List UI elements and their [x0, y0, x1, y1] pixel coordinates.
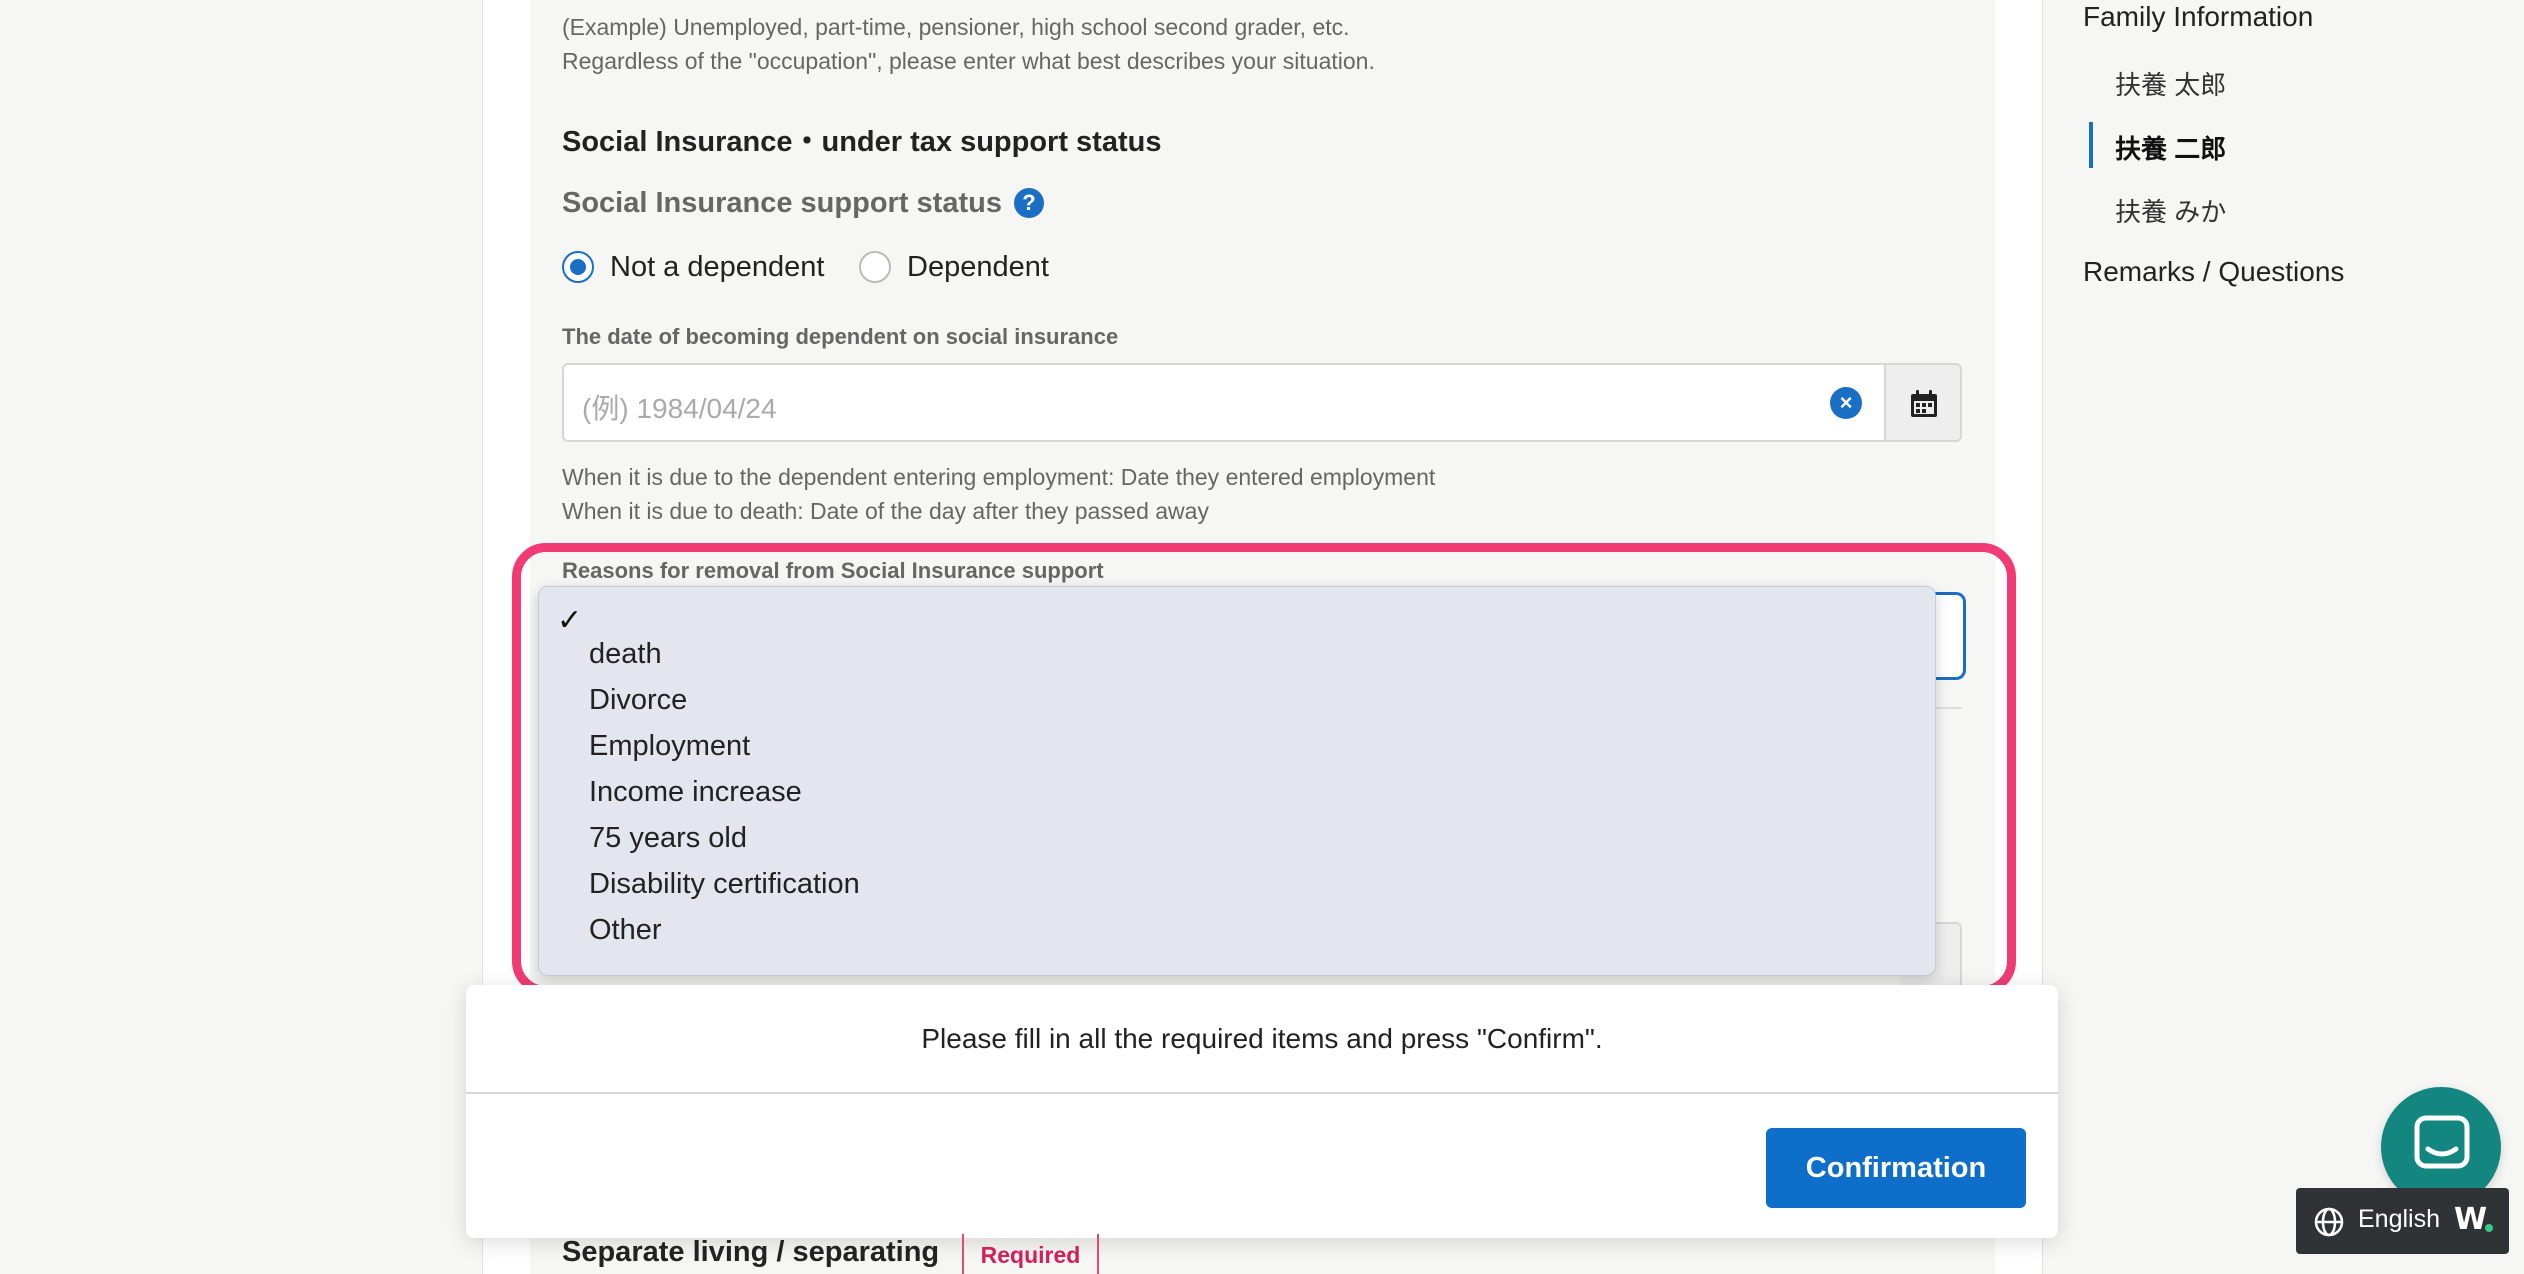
date-input[interactable]: (例) 1984/04/24 ×	[562, 363, 1886, 442]
nav-family-information[interactable]: Family Information	[2083, 1, 2313, 33]
radio-label: Not a dependent	[610, 250, 825, 283]
confirmation-button[interactable]: Confirmation	[1766, 1128, 2026, 1208]
date-note: When it is due to death: Date of the day…	[562, 498, 1209, 524]
dropdown-option[interactable]: death	[589, 631, 662, 677]
required-badge: Required	[962, 1234, 1099, 1274]
w-logo: W	[2454, 1202, 2488, 1237]
section-title: Social Insurance・under tax support statu…	[562, 126, 1162, 158]
clear-icon[interactable]: ×	[1830, 387, 1862, 419]
chat-icon	[2414, 1115, 2470, 1169]
divider	[466, 1092, 2058, 1094]
radio-not-dependent[interactable]: Not a dependent	[562, 247, 824, 287]
dropdown-option[interactable]: Income increase	[589, 769, 802, 815]
dropdown-option[interactable]: Employment	[589, 723, 750, 769]
dropdown-option[interactable]: Disability certification	[589, 861, 860, 907]
nav-remarks[interactable]: Remarks / Questions	[2083, 256, 2344, 288]
page: (Example) Unemployed, part-time, pension…	[0, 0, 2524, 1274]
confirm-panel: Please fill in all the required items an…	[466, 985, 2058, 1238]
help-icon[interactable]: ?	[1014, 188, 1044, 218]
calendar-icon	[1911, 390, 1937, 417]
logo-dot	[2485, 1224, 2493, 1232]
separate-living-label: Separate living / separating	[562, 1236, 940, 1268]
nav-member[interactable]: 扶養 みか	[2115, 192, 2226, 229]
occupation-hint: (Example) Unemployed, part-time, pension…	[562, 14, 1350, 40]
radio-checked-icon[interactable]	[562, 251, 594, 283]
confirm-message: Please fill in all the required items an…	[921, 1023, 1603, 1054]
language-label: English	[2358, 1205, 2440, 1233]
dropdown-option[interactable]: Divorce	[589, 677, 687, 723]
date-label: The date of becoming dependent on social…	[562, 324, 1119, 349]
removal-reason-dropdown[interactable]: ✓ death Divorce Employment Income increa…	[538, 586, 1936, 976]
calendar-button[interactable]	[1886, 363, 1962, 442]
radio-unchecked-icon[interactable]	[859, 251, 891, 283]
language-button[interactable]: English W	[2296, 1188, 2509, 1254]
date-placeholder: (例) 1984/04/24	[582, 393, 777, 424]
support-status-label: Social Insurance support status	[562, 187, 1002, 219]
dropdown-option[interactable]: Other	[589, 907, 662, 953]
nav-member[interactable]: 扶養 太郎	[2115, 65, 2226, 102]
radio-label: Dependent	[907, 250, 1049, 283]
radio-dependent[interactable]: Dependent	[859, 247, 1049, 287]
dropdown-option[interactable]: 75 years old	[589, 815, 747, 861]
globe-icon	[2314, 1207, 2344, 1237]
occupation-hint: Regardless of the "occupation", please e…	[562, 48, 1375, 74]
nav-member-active[interactable]: 扶養 二郎	[2115, 129, 2226, 166]
date-note: When it is due to the dependent entering…	[562, 464, 1436, 490]
nav-active-indicator	[2089, 122, 2093, 168]
check-icon: ✓	[557, 604, 583, 637]
